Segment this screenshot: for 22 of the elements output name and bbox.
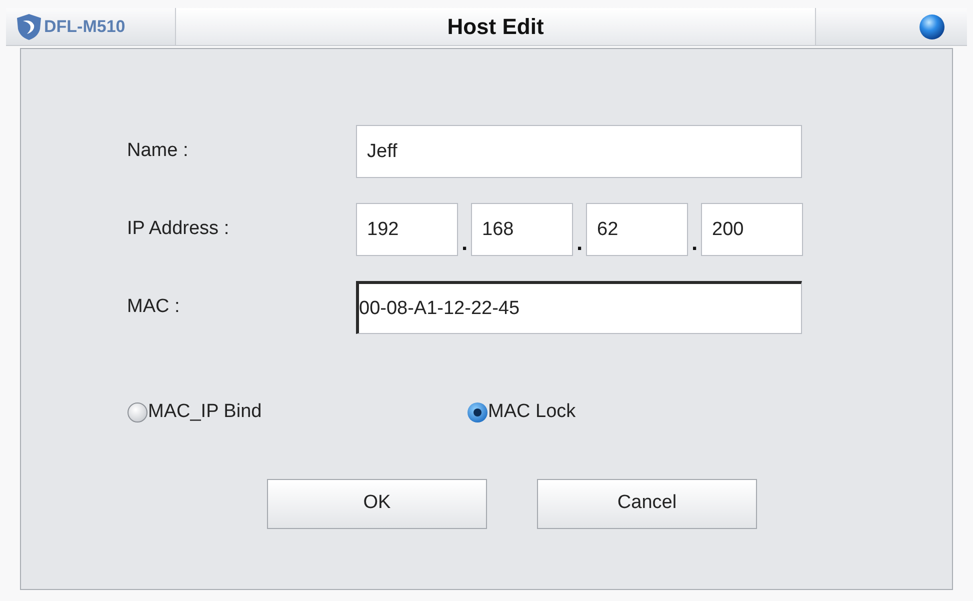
dialog-button[interactable]: OK <box>267 478 487 528</box>
radio-button-icon[interactable] <box>467 402 488 423</box>
radio-label[interactable]: MAC Lock <box>488 398 576 426</box>
text-field[interactable]: 62 <box>586 203 688 256</box>
field-label: MAC : <box>127 295 181 320</box>
brand-label: DFL-M510 <box>44 16 126 38</box>
window-title: Host Edit <box>447 13 544 41</box>
sphere-icon[interactable] <box>919 14 945 40</box>
radio-button-icon[interactable] <box>127 402 148 423</box>
dot-separator: . <box>575 230 584 256</box>
text-field[interactable]: 192 <box>356 203 458 256</box>
dialog-button[interactable]: Cancel <box>537 478 757 528</box>
text-field[interactable]: 200 <box>701 203 803 256</box>
field-label: Name : <box>127 139 190 164</box>
dot-separator: . <box>690 230 699 256</box>
text-field[interactable]: 00-08-A1-12-22-45 <box>356 281 802 334</box>
shield-logo-icon <box>16 12 42 40</box>
text-field[interactable]: 168 <box>471 203 573 256</box>
text-field[interactable]: Jeff <box>356 125 802 178</box>
dot-separator: . <box>460 230 469 256</box>
field-label: IP Address : <box>127 217 230 242</box>
radio-label[interactable]: MAC_IP Bind <box>148 398 262 426</box>
